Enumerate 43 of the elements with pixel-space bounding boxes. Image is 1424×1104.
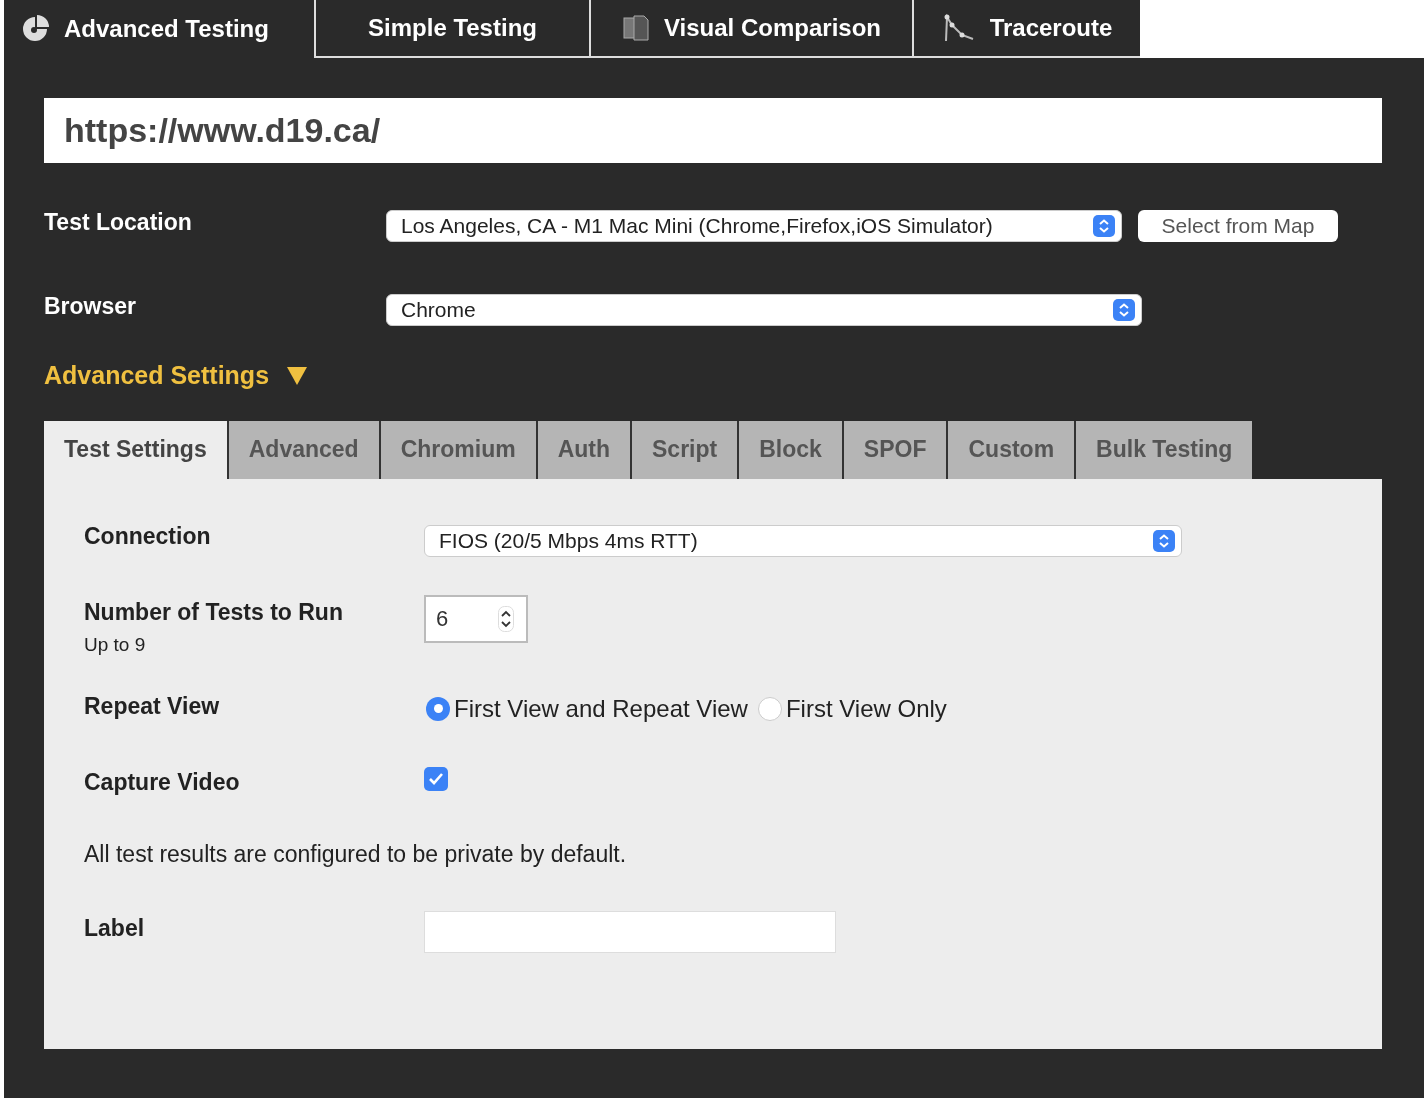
field-hint: Up to 9 <box>84 633 147 657</box>
url-field[interactable]: https://www.d19.ca/ <box>44 98 1382 163</box>
top-tab[interactable]: Advanced Testing <box>4 0 314 58</box>
checkbox[interactable] <box>424 766 448 791</box>
label-field[interactable] <box>424 911 836 953</box>
documents-icon <box>622 14 650 42</box>
settings-tab[interactable]: Script <box>630 420 738 479</box>
top-tab[interactable]: Simple Testing <box>314 0 589 58</box>
field-label: Label <box>84 914 146 943</box>
field-label: Capture Video <box>84 767 241 797</box>
settings-tab[interactable]: SPOF <box>841 420 947 479</box>
radio-button[interactable] <box>426 696 450 721</box>
top-tab[interactable]: Visual Comparison <box>589 0 912 58</box>
radio-option[interactable]: First View Only <box>757 690 947 727</box>
field-label: Test Location <box>44 208 193 237</box>
triangle-down-icon <box>287 366 308 385</box>
settings-tab[interactable]: Custom <box>946 420 1075 479</box>
select-from-map-button[interactable]: Select from Map <box>1138 210 1338 242</box>
settings-tab[interactable]: Chromium <box>378 420 536 479</box>
settings-tab[interactable]: Auth <box>535 420 631 479</box>
connection-select[interactable]: FIOS (20/5 Mbps 4ms RTT) <box>424 524 1182 557</box>
chevron-updown-icon <box>1093 215 1115 237</box>
settings-tab[interactable]: Advanced <box>226 420 379 479</box>
radio-option[interactable]: First View and Repeat View <box>426 690 748 727</box>
chevron-updown-icon <box>1113 299 1135 321</box>
browser-select[interactable]: Chrome <box>386 294 1142 326</box>
field-label: Browser <box>44 292 138 321</box>
settings-tab[interactable]: Block <box>737 420 842 479</box>
location-select[interactable]: Los Angeles, CA - M1 Mac Mini (Chrome,Firefox,iOS Simulator) <box>386 210 1122 242</box>
top-tab[interactable]: Traceroute <box>912 0 1140 58</box>
field-label: Number of Tests to Run <box>84 597 344 627</box>
field-label: Connection <box>84 521 212 551</box>
chevron-updown-icon <box>1153 529 1175 552</box>
privacy-note: All test results are configured to be private by default. <box>84 839 628 869</box>
advanced-settings-toggle[interactable]: Advanced Settings <box>44 357 308 395</box>
settings-tab[interactable]: Test Settings <box>44 420 227 479</box>
field-label: Repeat View <box>84 691 221 721</box>
spinner-arrows-icon <box>498 605 514 632</box>
number-field[interactable]: 6 <box>424 594 528 643</box>
pie-chart-icon <box>20 14 50 44</box>
check-icon <box>428 771 444 786</box>
radio-button[interactable] <box>757 696 782 721</box>
settings-tab[interactable]: Bulk Testing <box>1074 420 1253 479</box>
